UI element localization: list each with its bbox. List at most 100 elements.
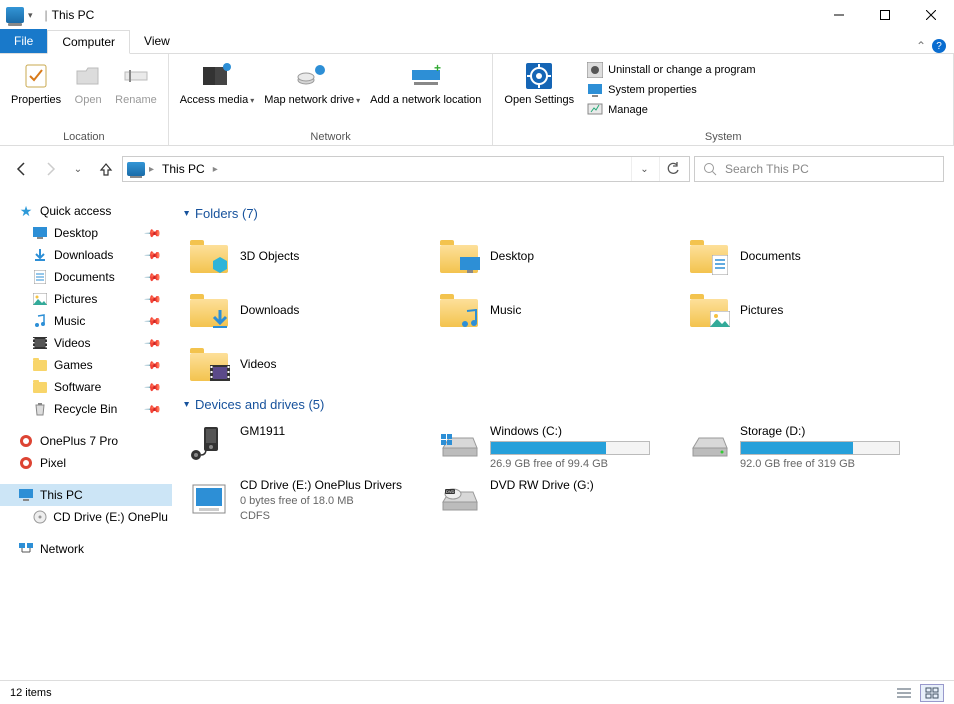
window-title: This PC [52,8,95,22]
sidebar-item-music[interactable]: Music 📌 [0,310,172,332]
tab-view[interactable]: View [130,29,184,53]
sidebar-item-label: Music [54,314,85,328]
drive-name: GM1911 [240,424,430,438]
pin-icon: 📌 [144,312,163,331]
sidebar-item-oneplus-7-pro[interactable]: OnePlus 7 Pro [0,430,172,452]
sidebar-item-label: Documents [54,270,115,284]
add-network-location-button[interactable]: + Add a network location [365,58,486,108]
qat-dropdown-icon[interactable]: ▾ [28,10,33,21]
maximize-button[interactable] [862,0,908,30]
folder-icon [438,289,480,331]
folder-item-music[interactable]: Music [434,283,684,337]
sidebar-item-quick-access[interactable]: ★ Quick access [0,200,172,222]
sidebar-item-this-pc[interactable]: This PC [0,484,172,506]
item-icon [32,291,48,307]
address-dropdown-button[interactable]: ⌄ [631,157,657,181]
drive-free-space: 92.0 GB free of 319 GB [740,458,930,470]
help-icon[interactable]: ? [932,39,946,53]
sidebar-item-documents[interactable]: Documents📌 [0,266,172,288]
pin-icon: 📌 [144,334,163,353]
folder-label: Documents [740,249,801,263]
drive-item-dvd-rw-drive-g-[interactable]: DVDDVD RW Drive (G:) [434,474,684,526]
sidebar-item-software[interactable]: Software📌 [0,376,172,398]
ribbon-group-label: Network [169,131,493,145]
pc-icon [18,487,34,503]
back-button[interactable] [10,157,34,181]
forward-button[interactable] [38,157,62,181]
tab-file[interactable]: File [0,29,47,53]
sidebar-item-pictures[interactable]: Pictures📌 [0,288,172,310]
sidebar-item-games[interactable]: Games📌 [0,354,172,376]
chevron-right-icon[interactable]: ▸ [213,164,218,175]
sidebar-item-label: Downloads [54,248,113,262]
section-folders[interactable]: ▸ Folders (7) [184,206,942,221]
up-button[interactable] [94,157,118,181]
disc-icon [32,509,47,525]
item-icon [32,357,48,373]
minimize-button[interactable] [816,0,862,30]
map-network-drive-button[interactable]: Map network drive▾ [259,58,365,108]
item-count: 12 items [10,687,52,699]
sidebar-item-label: Recycle Bin [54,402,117,416]
drive-name: CD Drive (E:) OnePlus Drivers [240,478,430,492]
search-input[interactable]: Search This PC [694,156,944,182]
sidebar-item-pixel[interactable]: Pixel [0,452,172,474]
open-button[interactable]: Open [66,58,110,108]
sidebar-item-label: Desktop [54,226,98,240]
pin-icon: 📌 [144,224,163,243]
drive-item-storage-d-[interactable]: Storage (D:)92.0 GB free of 319 GB [684,420,934,474]
properties-button[interactable]: Properties [6,58,66,108]
refresh-button[interactable] [659,157,685,181]
rename-button[interactable]: Rename [110,58,162,108]
collapse-ribbon-icon[interactable]: ⌃ [916,39,926,53]
content-area: ▸ Folders (7) 3D Objects Desktop Documents… [172,192,954,680]
access-media-button[interactable]: Access media▾ [175,58,260,108]
status-bar: 12 items [0,680,954,704]
folder-item-documents[interactable]: Documents [684,229,934,283]
open-settings-button[interactable]: Open Settings [499,58,579,108]
sidebar-item-downloads[interactable]: Downloads 📌 [0,244,172,266]
chevron-right-icon[interactable]: ▸ [149,164,154,175]
tab-computer[interactable]: Computer [47,30,130,54]
folder-item-3d-objects[interactable]: 3D Objects [184,229,434,283]
pin-icon: 📌 [144,246,163,265]
sidebar-item-desktop[interactable]: Desktop 📌 [0,222,172,244]
recent-locations-button[interactable]: ⌄ [66,157,90,181]
section-drives[interactable]: ▸ Devices and drives (5) [184,397,942,412]
sidebar-item-network[interactable]: Network [0,538,172,560]
folder-item-pictures[interactable]: Pictures [684,283,934,337]
uninstall-program-button[interactable]: Uninstall or change a program [587,62,755,78]
large-icons-view-button[interactable] [920,684,944,702]
chevron-down-icon: ▸ [181,402,192,407]
breadcrumb-this-pc[interactable]: This PC [158,162,209,176]
details-view-button[interactable] [892,684,916,702]
svg-text:DVD: DVD [446,489,455,494]
close-button[interactable] [908,0,954,30]
pin-icon: 📌 [144,290,163,309]
manage-button[interactable]: Manage [587,102,755,118]
drive-icon: DVD [438,478,480,520]
sidebar-item-videos[interactable]: Videos📌 [0,332,172,354]
pc-icon [127,162,145,176]
drive-item-gm1911[interactable]: GM1911 [184,420,434,474]
folder-item-desktop[interactable]: Desktop [434,229,684,283]
folder-item-videos[interactable]: Videos [184,337,434,391]
drive-item-windows-c-[interactable]: Windows (C:)26.9 GB free of 99.4 GB [434,420,684,474]
item-icon [32,379,48,395]
sidebar-item-cd-drive[interactable]: CD Drive (E:) OnePlus [0,506,172,528]
system-properties-button[interactable]: System properties [587,82,755,98]
drive-item-cd-drive-e-oneplus-drivers[interactable]: CD Drive (E:) OnePlus Drivers 0 bytes fre… [184,474,434,526]
folder-icon [688,289,730,331]
network-icon [18,541,34,557]
folder-icon [188,343,230,385]
title-separator: | [45,8,48,22]
ribbon: Properties Open Rename Location Access m… [0,54,954,146]
sidebar-item-recycle-bin[interactable]: Recycle Bin📌 [0,398,172,420]
folder-label: Desktop [490,249,534,263]
app-icon [6,7,24,23]
search-placeholder: Search This PC [725,162,809,176]
address-bar[interactable]: ▸ This PC ▸ ⌄ [122,156,690,182]
navigation-pane: ★ Quick access Desktop📌Downloads📌Documen… [0,192,172,680]
folder-item-downloads[interactable]: Downloads [184,283,434,337]
drive-free-space: 0 bytes free of 18.0 MB [240,495,430,507]
